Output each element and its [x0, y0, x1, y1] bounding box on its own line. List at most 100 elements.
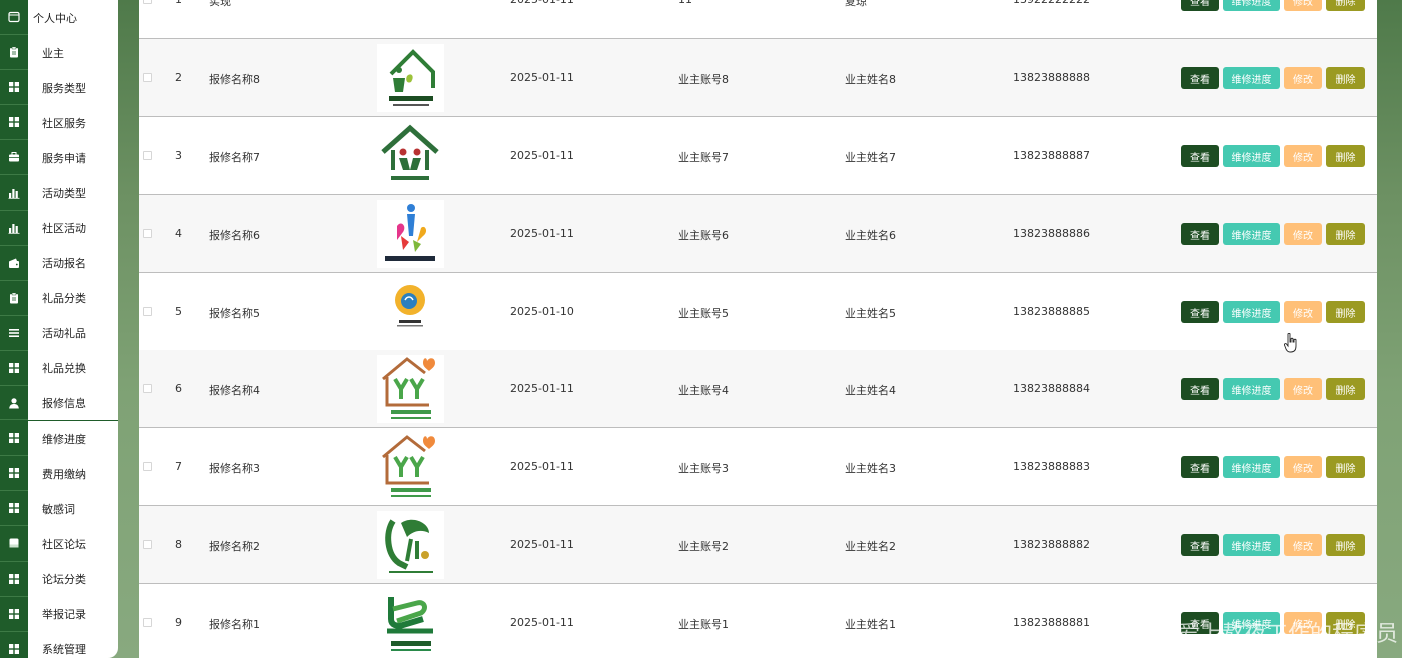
owner-phone: 13823888883	[1013, 460, 1090, 473]
view-button[interactable]: 查看	[1181, 378, 1219, 400]
row-number: 9	[175, 616, 182, 629]
owner-name: 业主姓名2	[845, 540, 896, 553]
owner-phone: 13823888888	[1013, 71, 1090, 84]
row-checkbox[interactable]	[143, 229, 152, 238]
sidebar-item-6[interactable]: 活动类型	[0, 175, 118, 211]
sidebar-item-18[interactable]: 举报记录	[0, 596, 118, 632]
view-button[interactable]: 查看	[1181, 0, 1219, 11]
repair-progress-button[interactable]: 维修进度	[1223, 223, 1280, 245]
owner-phone: 13823888881	[1013, 616, 1090, 629]
delete-button[interactable]: 删除	[1326, 301, 1365, 323]
row-checkbox[interactable]	[143, 307, 152, 316]
community-logo	[377, 433, 444, 501]
sidebar-item-11[interactable]: 礼品兑换	[0, 350, 118, 387]
sidebar-item-9[interactable]: 礼品分类	[0, 280, 118, 316]
repair-progress-button[interactable]: 维修进度	[1223, 67, 1280, 89]
bar-chart-icon	[0, 210, 28, 246]
sidebar-item-2[interactable]: 业主	[0, 35, 118, 71]
delete-button[interactable]: 删除	[1326, 534, 1365, 556]
view-button[interactable]: 查看	[1181, 456, 1219, 478]
sidebar-item-label: 举报记录	[42, 608, 86, 622]
repair-progress-button[interactable]: 维修进度	[1223, 0, 1280, 11]
table-row: 6 报修名称4 2025-01-11 业主账号4 业主姓名4 13823888884 查看维…	[139, 350, 1377, 428]
delete-button[interactable]: 删除	[1326, 378, 1365, 400]
repair-name: 实现	[209, 0, 231, 8]
edit-button[interactable]: 修改	[1284, 67, 1322, 89]
clipboard-icon	[0, 280, 28, 316]
repair-name: 报修名称3	[209, 462, 260, 475]
community-logo	[377, 200, 444, 268]
view-button[interactable]: 查看	[1181, 223, 1219, 245]
repair-progress-button[interactable]: 维修进度	[1223, 534, 1280, 556]
view-button[interactable]: 查看	[1181, 301, 1219, 323]
row-checkbox[interactable]	[143, 618, 152, 627]
sidebar-item-label: 社区论坛	[42, 537, 86, 551]
repair-progress-button[interactable]: 维修进度	[1223, 378, 1280, 400]
repair-date: 2025-01-11	[510, 0, 574, 6]
sidebar-item-4[interactable]: 社区服务	[0, 105, 118, 141]
edit-button[interactable]: 修改	[1284, 534, 1322, 556]
edit-button[interactable]: 修改	[1284, 456, 1322, 478]
table-row: 8 报修名称2 2025-01-11 业主账号2 业主姓名2 13823888882 查看维…	[139, 506, 1377, 584]
sidebar-item-7[interactable]: 社区活动	[0, 210, 118, 246]
repair-date: 2025-01-11	[510, 460, 574, 473]
repair-progress-button[interactable]: 维修进度	[1223, 145, 1280, 167]
row-checkbox[interactable]	[143, 540, 152, 549]
sidebar-item-15[interactable]: 敏感词	[0, 491, 118, 527]
row-number: 6	[175, 382, 182, 395]
edit-button[interactable]: 修改	[1284, 145, 1322, 167]
owner-phone: 13823888886	[1013, 227, 1090, 240]
owner-name: 业主姓名6	[845, 229, 896, 242]
community-logo	[377, 278, 444, 346]
row-checkbox[interactable]	[143, 73, 152, 82]
grid-icon	[0, 421, 28, 457]
table-row: 4 报修名称6 2025-01-11 业主账号6 业主姓名6 13823888886 查看维…	[139, 195, 1377, 273]
delete-button[interactable]: 删除	[1326, 0, 1365, 11]
sidebar-item-1[interactable]: 个人中心	[0, 0, 118, 36]
row-checkbox[interactable]	[143, 0, 152, 4]
delete-button[interactable]: 删除	[1326, 223, 1365, 245]
row-number: 8	[175, 538, 182, 551]
user-icon	[0, 386, 28, 421]
row-number: 5	[175, 305, 182, 318]
sidebar-item-14[interactable]: 费用缴纳	[0, 456, 118, 492]
sidebar-item-10[interactable]: 活动礼品	[0, 315, 118, 351]
row-checkbox[interactable]	[143, 151, 152, 160]
watermark: CSDN @爱上熬夜工作的程序员	[1086, 622, 1398, 647]
repair-progress-button[interactable]: 维修进度	[1223, 301, 1280, 323]
owner-name: 业主姓名3	[845, 462, 896, 475]
sidebar-item-13[interactable]: 维修进度	[0, 421, 118, 457]
view-button[interactable]: 查看	[1181, 145, 1219, 167]
table-row: 3 报修名称7 2025-01-11 业主账号7 业主姓名7 13823888887 查看维…	[139, 117, 1377, 195]
row-checkbox[interactable]	[143, 462, 152, 471]
delete-button[interactable]: 删除	[1326, 456, 1365, 478]
repair-progress-button[interactable]: 维修进度	[1223, 456, 1280, 478]
edit-button[interactable]: 修改	[1284, 378, 1322, 400]
clipboard-icon	[0, 35, 28, 71]
edit-button[interactable]: 修改	[1284, 223, 1322, 245]
sidebar-item-5[interactable]: 服务申请	[0, 140, 118, 176]
repair-name: 报修名称5	[209, 307, 260, 320]
delete-button[interactable]: 删除	[1326, 67, 1365, 89]
delete-button[interactable]: 删除	[1326, 145, 1365, 167]
sidebar-item-16[interactable]: 社区论坛	[0, 526, 118, 562]
sidebar-item-3[interactable]: 服务类型	[0, 70, 118, 106]
edit-button[interactable]: 修改	[1284, 0, 1322, 11]
owner-phone: 13823888885	[1013, 305, 1090, 318]
sidebar-item-19[interactable]: 系统管理	[0, 631, 118, 658]
sidebar-item-17[interactable]: 论坛分类	[0, 561, 118, 597]
wallet-icon	[0, 245, 28, 281]
owner-account: 业主账号4	[678, 384, 729, 397]
repair-date: 2025-01-11	[510, 538, 574, 551]
sidebar-item-12[interactable]: 报修信息	[0, 386, 118, 422]
repair-name: 报修名称1	[209, 618, 260, 631]
sidebar-item-8[interactable]: 活动报名	[0, 245, 118, 281]
view-button[interactable]: 查看	[1181, 534, 1219, 556]
edit-button[interactable]: 修改	[1284, 301, 1322, 323]
owner-name: 业主姓名1	[845, 618, 896, 631]
grid-icon	[0, 350, 28, 387]
sidebar-item-label: 报修信息	[42, 397, 86, 411]
view-button[interactable]: 查看	[1181, 67, 1219, 89]
owner-name: 业主姓名4	[845, 384, 896, 397]
row-checkbox[interactable]	[143, 384, 152, 393]
